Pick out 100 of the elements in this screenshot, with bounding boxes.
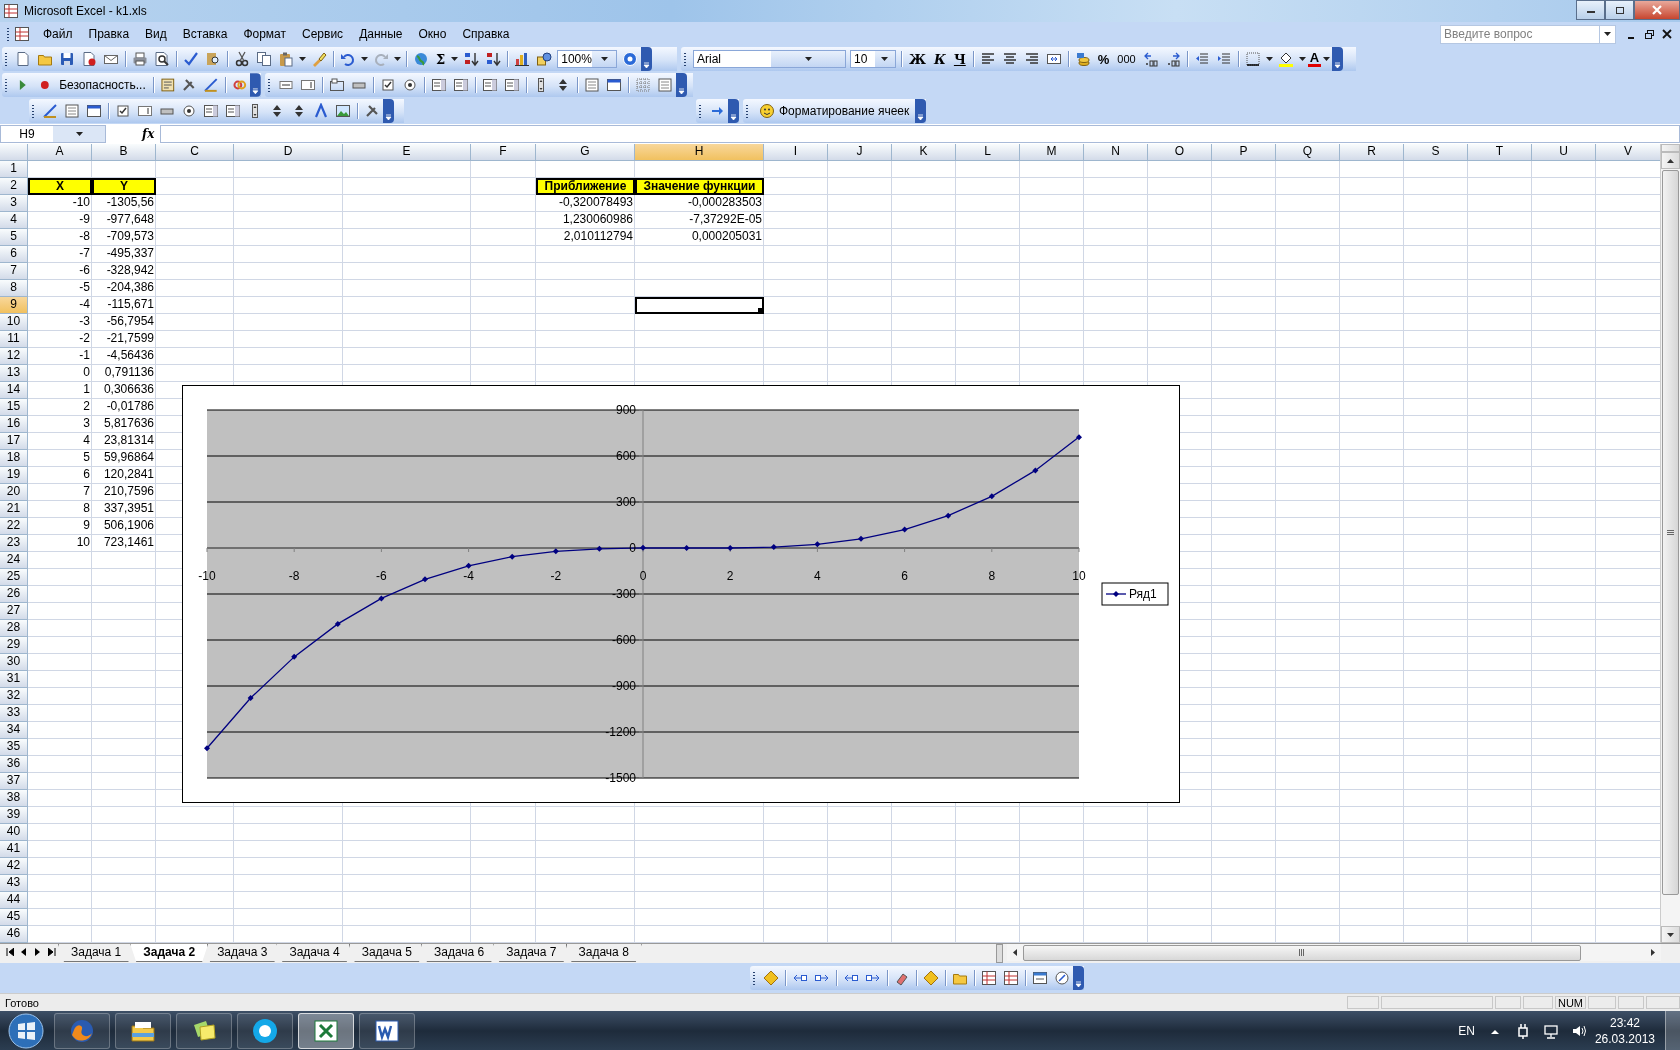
dialog-icon[interactable] (86, 103, 102, 119)
caret-icon[interactable] (1604, 32, 1611, 36)
globe-icon[interactable] (413, 51, 429, 67)
menu-item[interactable]: Вид (138, 25, 174, 43)
row-header[interactable]: 5 (0, 229, 28, 246)
column-header[interactable]: E (343, 144, 471, 161)
close-button[interactable] (1634, 0, 1680, 20)
restore-button[interactable] (1605, 0, 1634, 20)
app-icon[interactable] (3, 3, 19, 19)
clock-time[interactable]: 23:42 (1609, 1015, 1640, 1031)
window-icon[interactable] (1032, 970, 1048, 986)
column-header[interactable]: V (1596, 144, 1660, 161)
checkbox-icon[interactable] (380, 77, 396, 93)
row-header[interactable]: 2 (0, 178, 28, 195)
align-center-icon[interactable] (1001, 51, 1018, 67)
row-header[interactable]: 28 (0, 620, 28, 637)
toolbar-options-icon[interactable] (1332, 47, 1344, 71)
row-header[interactable]: 6 (0, 246, 28, 263)
toolbar-handle[interactable] (753, 971, 756, 985)
radio-icon[interactable] (181, 103, 197, 119)
column-header[interactable]: U (1532, 144, 1596, 161)
table-icon[interactable] (1003, 970, 1019, 986)
row-header[interactable]: 41 (0, 841, 28, 858)
borders-icon[interactable] (1244, 51, 1261, 67)
design-icon[interactable] (42, 103, 58, 119)
format-button[interactable]: К (930, 51, 950, 67)
row-header[interactable]: 45 (0, 909, 28, 926)
row-header[interactable]: 35 (0, 739, 28, 756)
insert-function-button[interactable]: fx (142, 127, 155, 141)
group-box-icon[interactable] (329, 77, 345, 93)
taskbar-button[interactable] (176, 1013, 232, 1049)
row-header[interactable]: 16 (0, 416, 28, 433)
column-header[interactable]: O (1148, 144, 1212, 161)
column-header[interactable]: M (1020, 144, 1084, 161)
menu-item[interactable]: Данные (352, 25, 410, 43)
toolbar-options-icon[interactable] (915, 99, 927, 123)
row-header[interactable]: 11 (0, 331, 28, 348)
coins-icon[interactable] (1074, 51, 1091, 67)
smiley-icon[interactable] (759, 103, 775, 119)
name-box[interactable]: H9 (0, 125, 106, 143)
toolbar-options-icon[interactable] (383, 99, 394, 123)
checkbox-icon[interactable] (115, 103, 131, 119)
row-header[interactable]: 29 (0, 637, 28, 654)
row-header[interactable]: 8 (0, 280, 28, 297)
copy-icon[interactable] (256, 51, 272, 67)
format-button[interactable]: Ч (949, 51, 970, 67)
taskbar-button[interactable] (54, 1013, 110, 1049)
row-header[interactable]: 42 (0, 858, 28, 875)
warning-icon[interactable] (763, 970, 779, 986)
research-icon[interactable] (205, 51, 221, 67)
minimize-button[interactable] (1576, 0, 1605, 20)
toolbar-handle[interactable] (699, 104, 702, 118)
percent-button[interactable]: % (1093, 51, 1114, 67)
autosum-button[interactable]: Σ (432, 51, 450, 67)
row-header[interactable]: 40 (0, 824, 28, 841)
clock-date[interactable]: 26.03.2013 (1594, 1031, 1655, 1047)
row-header[interactable]: 46 (0, 926, 28, 943)
column-header[interactable]: F (471, 144, 536, 161)
column-header[interactable]: K (892, 144, 956, 161)
column-header[interactable]: C (156, 144, 234, 161)
bar-chart-icon[interactable] (514, 51, 531, 67)
row-header[interactable]: 15 (0, 399, 28, 416)
toolbar-handle[interactable] (32, 104, 35, 118)
network-icon[interactable] (1542, 1023, 1559, 1039)
column-header[interactable]: R (1340, 144, 1404, 161)
workbook-icon[interactable] (14, 26, 30, 42)
menu-item[interactable]: Окно (411, 25, 454, 43)
taskbar-button[interactable] (237, 1013, 293, 1049)
toolbar-options-icon[interactable] (676, 73, 687, 97)
row-header[interactable]: 24 (0, 552, 28, 569)
previous-sheet-icon[interactable] (20, 948, 28, 956)
save-icon[interactable] (59, 51, 75, 67)
column-header[interactable]: D (234, 144, 343, 161)
row-header[interactable]: 19 (0, 467, 28, 484)
restore-icon[interactable] (1644, 29, 1654, 39)
column-header[interactable]: H (635, 144, 764, 161)
row-header[interactable]: 20 (0, 484, 28, 501)
first-sheet-icon[interactable] (6, 948, 14, 956)
formula-icon[interactable] (1054, 970, 1070, 986)
column-header[interactable]: A (28, 144, 92, 161)
caret-icon[interactable] (881, 57, 889, 61)
taskbar-button[interactable] (298, 1013, 354, 1049)
print-preview-icon[interactable] (154, 51, 170, 67)
row-header[interactable]: 31 (0, 671, 28, 688)
permission-icon[interactable] (81, 51, 97, 67)
tab-split-handle[interactable] (996, 944, 1003, 963)
toolbar-handle[interactable] (268, 78, 271, 92)
formula-input[interactable] (160, 125, 1680, 143)
row-header[interactable]: 23 (0, 535, 28, 552)
toolbar-options-icon[interactable] (1073, 966, 1084, 990)
properties-icon[interactable] (657, 77, 673, 93)
thousands-button[interactable]: 000 (1113, 53, 1140, 65)
list-box-icon[interactable] (431, 77, 447, 93)
toolbar-handle[interactable] (746, 104, 749, 118)
next-sheet-icon[interactable] (34, 948, 42, 956)
row-header[interactable]: 32 (0, 688, 28, 705)
row-header[interactable]: 39 (0, 807, 28, 824)
wordart-icon[interactable] (313, 103, 329, 119)
row-header[interactable]: 17 (0, 433, 28, 450)
indent-icon[interactable] (1215, 51, 1232, 67)
